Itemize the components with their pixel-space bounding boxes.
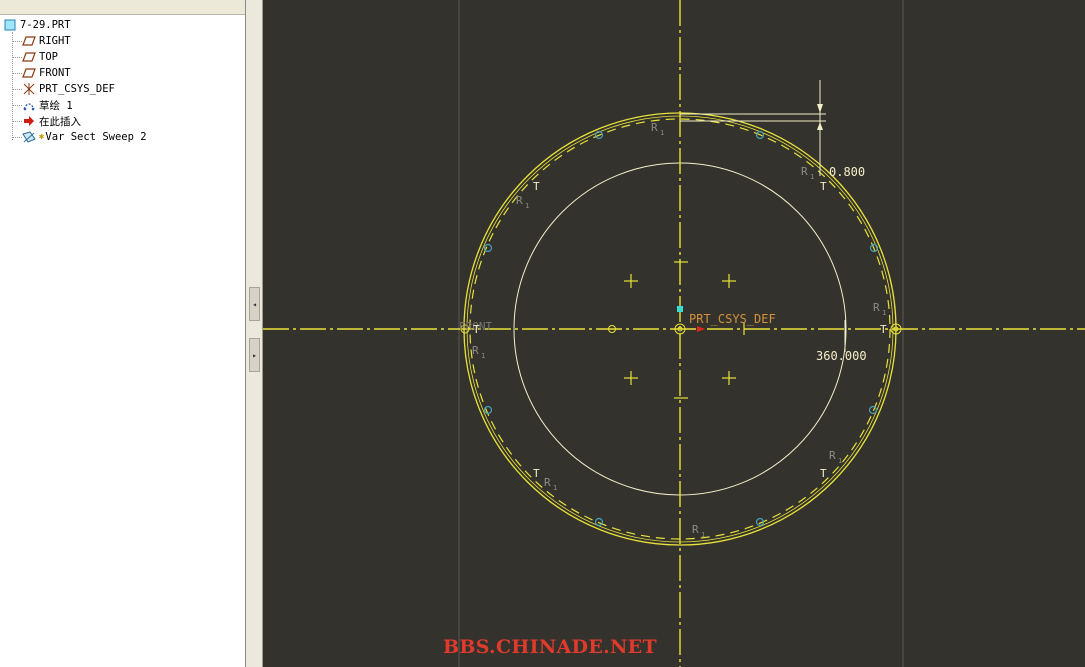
dimension-0-800[interactable]: 0.800 [829,165,865,179]
model-tree-header [0,0,245,15]
selected-point [677,306,683,312]
tree-item-csys[interactable]: PRT_CSYS_DEF [22,81,115,97]
svg-text:R: R [516,194,523,207]
insert-here-arrow-icon [22,114,36,128]
tree-item-front[interactable]: FRONT [22,65,71,81]
tree-item-label: 草绘 1 [39,99,73,112]
csys-red-arrow [697,326,705,332]
tree-branch [12,105,22,106]
svg-text:T: T [533,467,540,480]
coordinate-system-icon [22,82,36,96]
model-tree-panel: 7-29.PRT RIGHT TOP FRONT PRT_CSYS_DEF 草绘… [0,0,246,667]
svg-text:T: T [820,467,827,480]
svg-text:1: 1 [525,202,529,210]
expand-right-button[interactable]: ▸ [249,338,260,372]
tree-item-label: 在此插入 [39,115,81,128]
svg-text:R: R [544,476,551,489]
tree-branch [12,121,22,122]
tree-item-right[interactable]: RIGHT [22,33,71,49]
tree-item-insert-here[interactable]: 在此插入 [22,113,81,129]
svg-text:T: T [473,323,480,336]
tree-item-label: RIGHT [39,35,71,47]
tree-branch [12,41,22,42]
part-icon [3,18,17,32]
tree-item-root[interactable]: 7-29.PRT [3,17,71,33]
svg-text:T: T [880,323,887,336]
tree-branch [12,57,22,58]
tree-item-label: FRONT [39,67,71,79]
dimension-arrow [817,122,823,130]
variable-section-sweep-icon [22,130,36,144]
tree-item-label: Var Sect Sweep 2 [45,131,147,143]
svg-text:1: 1 [810,173,814,181]
in-progress-icon: ✱ [39,132,45,142]
csys-label: PRT_CSYS_DEF [689,312,776,326]
svg-text:R: R [873,301,880,314]
tree-branch [12,137,22,138]
tree-item-label: TOP [39,51,58,63]
collapse-left-button[interactable]: ◂ [249,287,260,321]
svg-text:T: T [820,180,827,193]
svg-text:R: R [692,523,699,536]
svg-text:1: 1 [882,309,886,317]
tree-item-sketch[interactable]: 草绘 1 [22,97,73,113]
tree-item-top[interactable]: TOP [22,49,58,65]
svg-text:R: R [651,121,658,134]
datum-plane-icon [22,34,36,48]
watermark: BBS.CHINADE.NET [443,636,657,658]
svg-text:R: R [472,344,479,357]
tree-item-var-sect-sweep[interactable]: ✱ Var Sect Sweep 2 [22,129,147,145]
dimension-arrow [817,104,823,113]
sketch-points [624,261,745,399]
graphics-viewport[interactable]: PRT_CSYS_DEF FRONT 0.800 360.000 R1 R1 R… [263,0,1085,667]
svg-text:R: R [829,449,836,462]
panel-splitter[interactable]: ◂ ▸ [246,0,263,667]
svg-text:1: 1 [553,484,557,492]
tree-item-label: 7-29.PRT [20,19,71,31]
svg-text:T: T [533,180,540,193]
svg-text:1: 1 [481,352,485,360]
svg-text:1: 1 [838,457,842,465]
svg-text:R: R [801,165,808,178]
tree-branch [12,73,22,74]
datum-plane-icon [22,66,36,80]
datum-plane-icon [22,50,36,64]
tree-branch [12,89,22,90]
svg-text:1: 1 [701,531,705,539]
tree-item-label: PRT_CSYS_DEF [39,83,115,95]
svg-text:1: 1 [660,129,664,137]
sketch-icon [22,98,36,112]
dimension-360-000[interactable]: 360.000 [816,349,867,363]
